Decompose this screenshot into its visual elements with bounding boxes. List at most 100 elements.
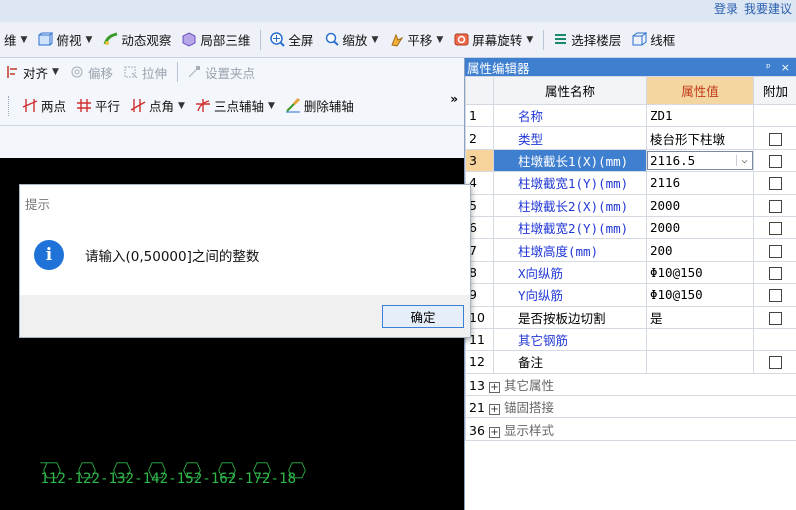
property-value[interactable] [646, 350, 754, 374]
extra-cell [753, 260, 796, 285]
extra-checkbox[interactable] [769, 222, 782, 236]
view-mode-label: 维 [4, 33, 17, 48]
property-group-name: 锚固搭接 [504, 400, 555, 416]
align-button[interactable]: 对齐 ▼ [0, 60, 65, 84]
property-name: 是否按板边切割 [493, 305, 647, 329]
toolbar-overflow-button[interactable]: » [450, 92, 458, 106]
property-row[interactable]: 10 是否按板边切割是 [465, 305, 796, 329]
close-icon[interactable]: × [781, 61, 790, 74]
chevron-down-icon: ▼ [52, 67, 59, 77]
prompt-dialog: 提示 i 请输入(0,50000]之间的整数 确定 [19, 184, 471, 338]
login-link[interactable]: 登录 [714, 0, 738, 16]
property-group-row[interactable]: 21 + 锚固搭接 [465, 395, 796, 419]
property-value[interactable]: ZD1 [646, 103, 754, 128]
extra-checkbox[interactable] [769, 266, 782, 280]
wireframe-button[interactable]: 线框 [627, 28, 681, 52]
dialog-footer: 确定 [20, 295, 470, 337]
property-value[interactable] [646, 327, 754, 352]
property-value[interactable]: 2116.5 ⌵ [646, 148, 754, 173]
extra-checkbox[interactable] [769, 177, 782, 191]
dialog-title: 提示 [20, 185, 470, 215]
extra-cell [753, 327, 796, 352]
property-value[interactable]: Φ10@150 [646, 260, 754, 285]
extra-checkbox[interactable] [769, 199, 782, 213]
row-number: 1 [465, 103, 494, 128]
property-value[interactable]: 200 [646, 238, 754, 262]
view-mode-button[interactable]: 维 ▼ [0, 28, 33, 52]
property-group-cell: 21 + 锚固搭接 [465, 395, 796, 419]
zoom-label: 缩放 [342, 33, 368, 48]
local-3d-icon [181, 32, 197, 48]
extra-cell [753, 126, 796, 150]
extra-checkbox[interactable] [769, 311, 782, 325]
extra-checkbox[interactable] [769, 289, 782, 303]
property-value-combo[interactable]: 2116.5 ⌵ [647, 150, 753, 170]
pin-icon[interactable]: ᵖ [766, 61, 771, 74]
extra-checkbox[interactable] [769, 154, 782, 168]
expand-plus-icon[interactable]: + [489, 426, 500, 438]
property-row[interactable]: 1 名称 ZD1 [465, 103, 796, 128]
property-row[interactable]: 2 类型 棱台形下柱墩 [465, 126, 796, 150]
property-value[interactable]: 2116 [646, 171, 754, 195]
extra-cell [753, 103, 796, 128]
extra-checkbox[interactable] [769, 356, 782, 370]
property-value[interactable]: 2000 [646, 193, 754, 217]
top-view-label: 俯视 [56, 33, 82, 48]
screen-rotate-button[interactable]: 屏幕旋转 ▼ [449, 28, 539, 52]
delete-aux-axis-button[interactable]: 删除辅轴 [281, 94, 360, 118]
property-row[interactable]: 6 柱墩截宽2(Y)(mm) 2000 [465, 215, 796, 240]
parallel-axis-button[interactable]: 平行 [72, 94, 126, 118]
property-row[interactable]: 12 备注 [465, 350, 796, 374]
pan-label: 平移 [407, 33, 433, 48]
property-group-row[interactable]: 36 + 显示样式 [465, 417, 796, 441]
property-value[interactable]: 棱台形下柱墩 [646, 126, 754, 150]
floor-select-button[interactable]: 选择楼层 [548, 28, 627, 52]
extra-checkbox[interactable] [769, 132, 782, 146]
point-angle-axis-button[interactable]: 点角 ▼ [126, 94, 191, 118]
fullscreen-button[interactable]: 全屏 [265, 28, 319, 52]
feedback-link[interactable]: 我要建议 [744, 0, 792, 16]
align-icon [4, 64, 20, 80]
orbit-button[interactable]: 动态观察 [98, 28, 177, 52]
property-value[interactable]: 是 [646, 305, 754, 329]
zoom-button[interactable]: 缩放 ▼ [319, 28, 384, 52]
two-point-axis-button[interactable]: 两点 [18, 94, 72, 118]
align-label: 对齐 [23, 65, 49, 81]
pan-button[interactable]: 平移 ▼ [384, 28, 449, 52]
property-row[interactable]: 3 柱墩截长1(X)(mm) 2116.5 ⌵ [465, 148, 796, 173]
expand-plus-icon[interactable]: + [489, 404, 500, 416]
property-row[interactable]: 8 X向纵筋 Φ10@150 [465, 260, 796, 285]
three-point-axis-label: 三点辅轴 [213, 99, 264, 114]
property-row[interactable]: 11 其它钢筋 [465, 327, 796, 352]
toolbar-grip[interactable] [8, 95, 18, 116]
stretch-label: 拉伸 [141, 65, 167, 81]
three-point-axis-button[interactable]: 三点辅轴 ▼ [191, 94, 281, 118]
ok-button[interactable]: 确定 [382, 304, 464, 328]
property-group-row[interactable]: 13 + 其它属性 [465, 372, 796, 397]
local-3d-button[interactable]: 局部三维 [177, 28, 256, 52]
property-row[interactable]: 5 柱墩截长2(X)(mm) 2000 [465, 193, 796, 217]
expand-plus-icon[interactable]: + [489, 381, 500, 393]
floor-select-label: 选择楼层 [571, 33, 622, 48]
extra-cell [753, 350, 796, 374]
property-value[interactable]: Φ10@150 [646, 283, 754, 307]
stretch-button[interactable]: 拉伸 [119, 60, 173, 84]
property-name: 类型 [493, 126, 647, 150]
property-row[interactable]: 7 柱墩高度(mm) 200 [465, 238, 796, 262]
table-header-row: 属性名称 属性值 附加 [465, 76, 796, 105]
extra-checkbox[interactable] [769, 244, 782, 258]
set-grip-button[interactable]: 设置夹点 [182, 60, 261, 84]
top-view-button[interactable]: 俯视 ▼ [33, 28, 98, 52]
wireframe-icon [631, 32, 647, 48]
property-value[interactable]: 2000 [646, 215, 754, 240]
property-row[interactable]: 4 柱墩截宽1(Y)(mm) 2116 [465, 171, 796, 195]
property-value-header: 属性值 [646, 76, 754, 105]
property-row[interactable]: 9 Y向纵筋 Φ10@150 [465, 283, 796, 307]
chevron-down-icon[interactable]: ⌵ [736, 154, 752, 166]
pan-icon [388, 32, 404, 48]
toolbar-divider [260, 29, 262, 50]
property-group-cell: 13 + 其它属性 [465, 372, 796, 397]
screen-rotate-icon [453, 32, 469, 48]
offset-button[interactable]: 偏移 [65, 60, 119, 84]
toolbar-divider [176, 62, 178, 82]
